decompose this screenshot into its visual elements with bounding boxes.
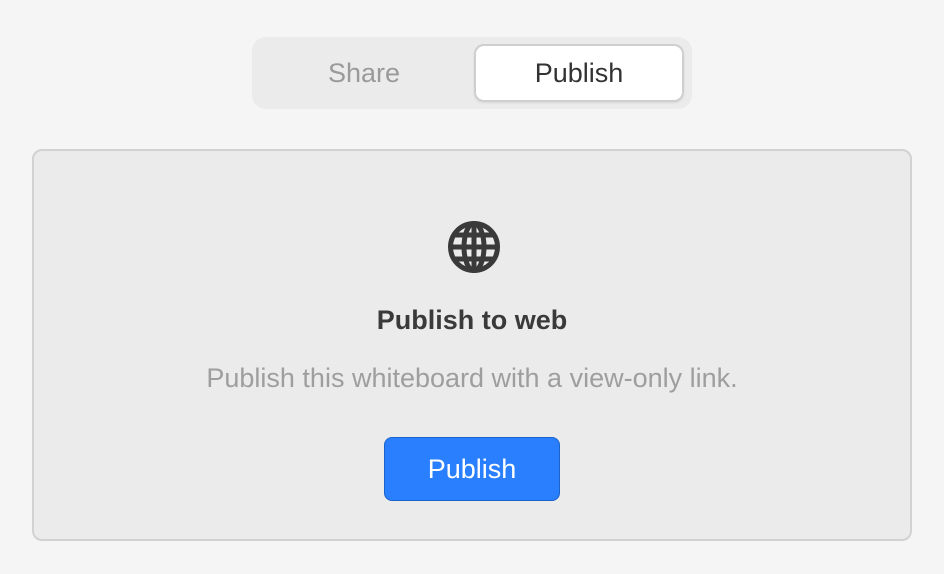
publish-button[interactable]: Publish (384, 437, 560, 501)
panel-description: Publish this whiteboard with a view-only… (206, 363, 738, 393)
tab-share[interactable]: Share (259, 44, 469, 102)
tab-publish[interactable]: Publish (474, 44, 684, 102)
share-publish-segmented-control: Share Publish (252, 37, 692, 109)
panel-title: Publish to web (376, 305, 568, 335)
publish-to-web-panel: Publish to web Publish this whiteboard w… (32, 149, 912, 541)
globe-icon (448, 221, 500, 273)
